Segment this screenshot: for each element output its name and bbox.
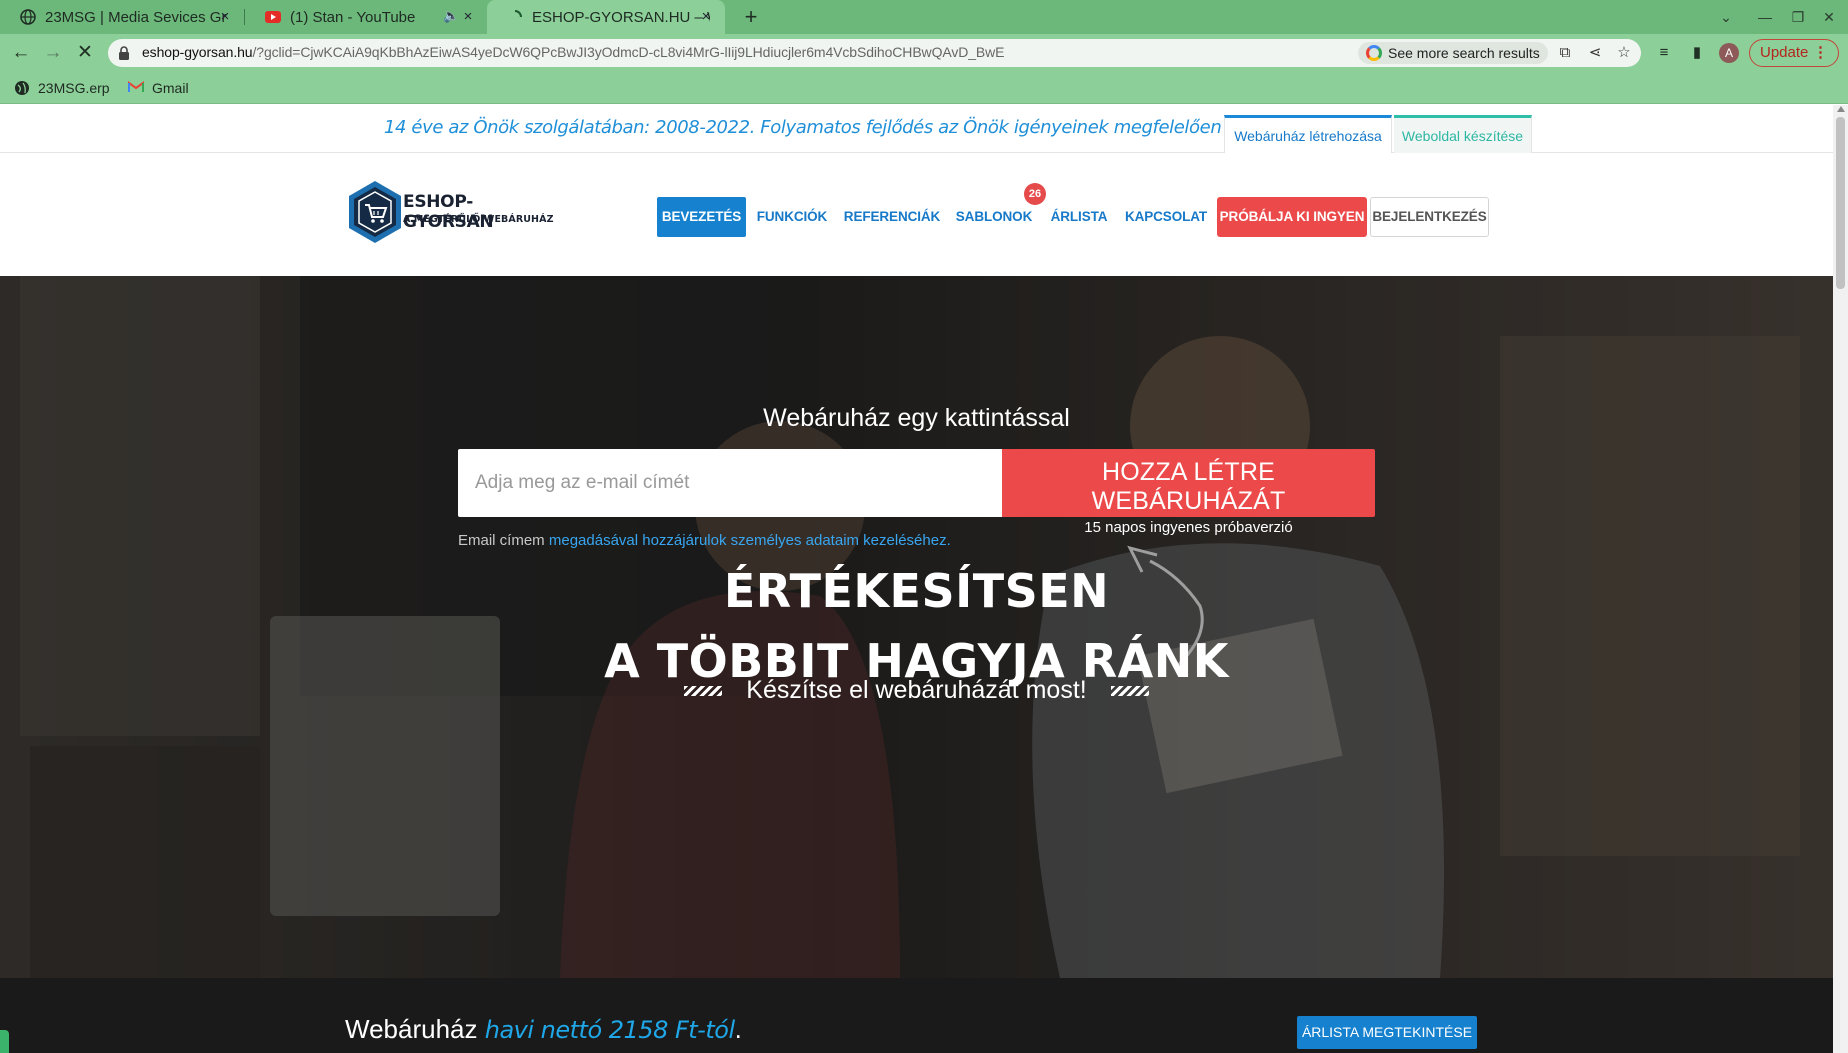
tab-eshop-gyorsan[interactable]: ESHOP-GYORSAN.HU – W × xyxy=(487,0,725,34)
try-free-button[interactable]: PRÓBÁLJA KI INGYEN xyxy=(1217,197,1367,237)
consent-prefix: Email címem xyxy=(458,532,545,549)
restore-icon[interactable]: ❐ xyxy=(1782,0,1814,34)
reading-list-icon[interactable]: ≡ xyxy=(1653,42,1675,64)
chat-widget-tab[interactable] xyxy=(0,1030,9,1053)
nav-intro[interactable]: BEVEZETÉS xyxy=(657,197,746,237)
search-chip-label: See more search results xyxy=(1388,45,1540,61)
bookmarks-bar: 23MSG.erp Gmail xyxy=(0,72,1848,104)
slogan: Készítse el webáruházát most! xyxy=(0,676,1833,705)
translate-icon[interactable]: ⧉ xyxy=(1555,43,1575,63)
update-button[interactable]: Update ⋮ xyxy=(1749,39,1839,67)
tab-webshop-create[interactable]: Webáruház létrehozása xyxy=(1224,115,1392,153)
tab-title: ESHOP-GYORSAN.HU – W xyxy=(532,8,710,26)
more-menu-icon: ⋮ xyxy=(1813,44,1828,61)
create-webshop-button[interactable]: HOZZA LÉTRE WEBÁRUHÁZÁT 15 napos ingyene… xyxy=(1002,449,1375,536)
globe-icon xyxy=(20,9,36,25)
profile-avatar[interactable]: A xyxy=(1719,43,1739,63)
tab-title: (1) Stan - YouTube xyxy=(290,8,416,26)
url-host: eshop-gyorsan.hu xyxy=(142,44,253,60)
bookmark-label: 23MSG.erp xyxy=(38,80,110,96)
nav-features[interactable]: FUNKCIÓK xyxy=(752,197,832,237)
close-icon[interactable]: × xyxy=(459,8,477,26)
signup-form: Adja meg az e-mail címét HOZZA LÉTRE WEB… xyxy=(458,449,1375,536)
top-strip: 14 éve az Önök szolgálatában: 2008-2022.… xyxy=(0,105,1833,153)
stop-loading-icon[interactable]: ✕ xyxy=(70,38,100,68)
consent-link[interactable]: megadásával hozzájárulok személyes adata… xyxy=(549,532,951,549)
pricing-bar: Webáruház havi nettó 2158 Ft-tól. ÁRLIST… xyxy=(0,978,1833,1053)
pricing-text: Webáruház havi nettó 2158 Ft-tól. xyxy=(345,1014,742,1045)
pricing-suffix: . xyxy=(734,1014,742,1044)
hero-subtitle: Webáruház egy kattintással xyxy=(763,404,1070,432)
share-icon[interactable]: ⋖ xyxy=(1585,43,1605,63)
browser-toolbar: ← → ✕ eshop-gyorsan.hu/?gclid=CjwKCAiA9q… xyxy=(0,34,1848,72)
bookmark-label: Gmail xyxy=(152,80,189,96)
scroll-up-icon[interactable] xyxy=(1837,106,1845,112)
tab-title: 23MSG | Media Sevices Gr xyxy=(45,8,227,26)
tab-youtube[interactable]: (1) Stan - YouTube 🔈 × xyxy=(245,0,487,34)
tagline: 14 éve az Önök szolgálatában: 2008-2022.… xyxy=(384,117,1222,138)
hero-overlay xyxy=(0,276,1833,978)
back-icon[interactable]: ← xyxy=(6,38,36,68)
templates-count-badge: 26 xyxy=(1024,183,1046,205)
cart-hexagon-icon xyxy=(349,181,401,243)
hero-section: Webáruház egy kattintással Adja meg az e… xyxy=(0,276,1833,978)
email-input[interactable]: Adja meg az e-mail címét xyxy=(458,449,1002,517)
lock-icon[interactable] xyxy=(118,46,132,60)
bookmark-star-icon[interactable]: ☆ xyxy=(1614,43,1634,63)
close-icon[interactable]: × xyxy=(216,8,234,26)
headline-line-1: ÉRTÉKESÍTSEN xyxy=(723,564,1110,618)
web-page: 14 éve az Önök szolgálatában: 2008-2022.… xyxy=(0,105,1833,1053)
close-window-icon[interactable]: ✕ xyxy=(1813,0,1845,34)
side-panel-icon[interactable]: ▮ xyxy=(1686,42,1708,64)
tab-strip: 23MSG | Media Sevices Gr × (1) Stan - Yo… xyxy=(0,0,1848,34)
minimize-icon[interactable]: — xyxy=(1749,0,1781,34)
close-icon[interactable]: × xyxy=(697,8,715,26)
logo-wordmark: ESHOP-GYORSAN xyxy=(403,192,494,232)
new-tab-button[interactable]: + xyxy=(736,2,766,32)
consent-text: Email címem megadásával hozzájárulok sze… xyxy=(458,532,951,549)
youtube-icon xyxy=(265,9,281,25)
pricing-prefix: Webáruház xyxy=(345,1014,478,1044)
url-text[interactable]: eshop-gyorsan.hu/?gclid=CjwKCAiA9qKbBhAz… xyxy=(142,44,1005,60)
create-button-label: HOZZA LÉTRE WEBÁRUHÁZÁT xyxy=(1091,458,1286,515)
hatch-decoration xyxy=(684,686,723,697)
tab-23msg[interactable]: 23MSG | Media Sevices Gr × xyxy=(0,0,244,34)
update-label: Update xyxy=(1760,44,1809,61)
forward-icon[interactable]: → xyxy=(38,38,68,68)
loading-spinner-icon xyxy=(507,9,523,25)
slogan-text: Készítse el webáruházát most! xyxy=(746,676,1087,704)
speaker-muted-icon[interactable]: 🔈 xyxy=(443,8,459,24)
search-results-chip[interactable]: See more search results xyxy=(1358,42,1548,64)
nav-references[interactable]: REFERENCIÁK xyxy=(842,197,942,237)
nav-pricing[interactable]: ÁRLISTA xyxy=(1048,197,1110,237)
nav-templates[interactable]: SABLONOK xyxy=(954,197,1034,237)
gmail-icon xyxy=(128,80,144,96)
tab-search-icon[interactable]: ⌄ xyxy=(1710,0,1742,34)
google-icon xyxy=(1366,45,1382,61)
page-scrollbar[interactable] xyxy=(1833,105,1848,1053)
site-header: ESHOP-GYORSAN A MEGTÉRÜLŐ WEBÁRUHÁZ BEVE… xyxy=(0,153,1833,276)
url-path: /?gclid=CjwKCAiA9qKbBhAzEiwAS4yeDcW6QPcB… xyxy=(252,44,1005,60)
login-button[interactable]: BEJELENTKEZÉS xyxy=(1370,197,1489,237)
bookmark-23msg-erp[interactable]: 23MSG.erp xyxy=(14,78,110,98)
globe-icon xyxy=(14,80,30,96)
create-button-sublabel: 15 napos ingyenes próbaverzió xyxy=(1084,519,1293,536)
logo-subtitle: A MEGTÉRÜLŐ WEBÁRUHÁZ xyxy=(403,214,554,225)
view-pricelist-button[interactable]: ÁRLISTA MEGTEKINTÉSE xyxy=(1297,1016,1477,1049)
tab-website-create[interactable]: Weboldal készítése xyxy=(1394,115,1532,153)
scrollbar-thumb[interactable] xyxy=(1836,117,1845,289)
pricing-highlight: havi nettó 2158 Ft-tól xyxy=(484,1016,735,1044)
address-bar[interactable]: eshop-gyorsan.hu/?gclid=CjwKCAiA9qKbBhAz… xyxy=(108,39,1641,67)
site-logo[interactable]: ESHOP-GYORSAN A MEGTÉRÜLŐ WEBÁRUHÁZ xyxy=(345,179,555,245)
bookmark-gmail[interactable]: Gmail xyxy=(128,78,189,98)
nav-contact[interactable]: KAPCSOLAT xyxy=(1124,197,1208,237)
hatch-decoration xyxy=(1110,686,1149,697)
